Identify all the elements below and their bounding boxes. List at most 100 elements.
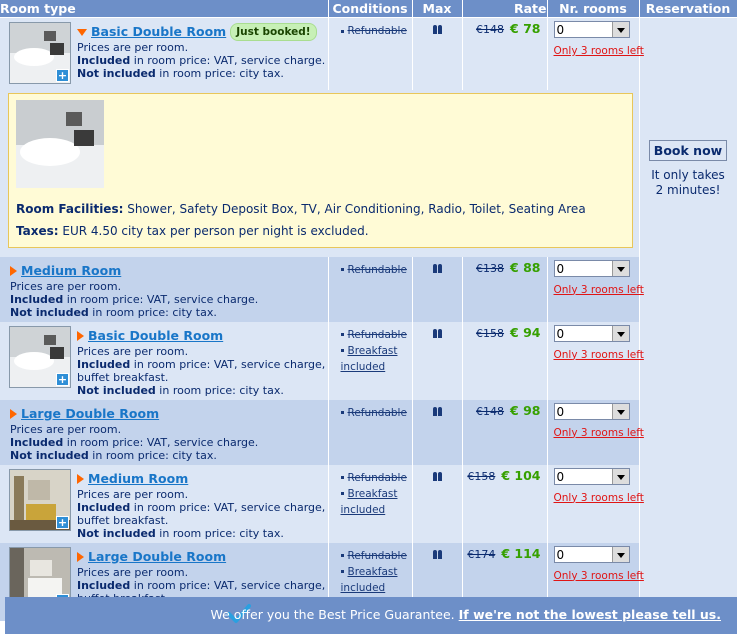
header-rate: Rate [462, 0, 548, 18]
header-conditions: Conditions [328, 0, 413, 18]
included-line: Included in room price: VAT, service cha… [10, 435, 259, 449]
table-row: + Medium Room Prices are per room. Inclu… [0, 464, 737, 543]
room-count-select[interactable]: 0 [553, 21, 630, 38]
included-line: Included in room price: VAT, service cha… [77, 500, 326, 514]
nr-rooms-cell: 0 Only 3 rooms left [547, 321, 644, 400]
conditions-cell: Refundable [328, 17, 413, 90]
not-included-line: Not included in room price: city tax. [77, 526, 284, 540]
rooms-left-warning: Only 3 rooms left [553, 45, 644, 57]
facilities-panel: Room Facilities: Shower, Safety Deposit … [8, 92, 633, 248]
table-row: + Basic Double Room Prices are per room.… [0, 321, 737, 400]
refundable-condition[interactable]: Refundable [348, 472, 407, 484]
room-name-link[interactable]: Large Double Room [21, 406, 159, 421]
dropdown-arrow-icon[interactable] [611, 468, 629, 484]
dropdown-arrow-icon[interactable] [611, 403, 629, 419]
prices-note: Prices are per room. [77, 344, 189, 358]
old-price: €148 [476, 404, 505, 418]
rooms-table: Room type Conditions Max Rate Nr. rooms … [0, 0, 738, 621]
facilities-row: Room Facilities: Shower, Safety Deposit … [0, 89, 737, 257]
breakfast-included-text[interactable]: included [341, 361, 386, 373]
rate-cell: €148 € 78 [462, 17, 548, 90]
expand-triangle-icon[interactable] [77, 330, 84, 341]
included-line-2: buffet breakfast. [77, 513, 169, 527]
nr-rooms-cell: 0 Only 3 rooms left [547, 17, 644, 90]
old-price: €148 [476, 23, 505, 36]
conditions-cell: Refundable Breakfast included [328, 464, 413, 543]
table-row: Medium Room Prices are per room. Include… [0, 256, 737, 322]
not-included-line: Not included in room price: city tax. [10, 305, 217, 319]
prices-note: Prices are per room. [77, 41, 189, 54]
tell-us-link[interactable]: If we're not the lowest please tell us. [459, 607, 721, 622]
room-name-link[interactable]: Medium Room [21, 263, 121, 278]
book-now-button[interactable]: Book now [648, 140, 728, 161]
taxes-text: Taxes: EUR 4.50 city tax per person per … [16, 223, 369, 238]
prices-note: Prices are per room. [77, 487, 189, 501]
room-count-select[interactable]: 0 [553, 467, 630, 485]
room-thumbnail[interactable]: + [9, 468, 71, 531]
expand-icon[interactable]: + [56, 69, 69, 82]
room-large-photo [16, 99, 104, 188]
prices-note: Prices are per room. [10, 422, 122, 436]
header-room-type: Room type [0, 0, 329, 18]
included-line: Included in room price: VAT, service cha… [77, 54, 326, 67]
refundable-condition[interactable]: Refundable [348, 407, 407, 419]
header-max: Max [412, 0, 463, 18]
expand-triangle-icon[interactable] [10, 408, 17, 419]
included-line: Included in room price: VAT, service cha… [10, 292, 259, 306]
room-thumbnail[interactable]: + [9, 325, 71, 388]
refundable-condition[interactable]: Refundable [348, 25, 407, 37]
dropdown-arrow-icon[interactable] [611, 546, 629, 562]
not-included-line: Not included in room price: city tax. [77, 67, 284, 80]
max-cell [412, 17, 463, 90]
collapse-triangle-icon[interactable] [77, 28, 87, 36]
expand-triangle-icon[interactable] [10, 265, 17, 276]
rooms-left-warning: Only 3 rooms left [553, 491, 644, 504]
refundable-condition[interactable]: Refundable [348, 550, 407, 562]
breakfast-included-text[interactable]: included [341, 582, 386, 594]
expand-icon[interactable]: + [56, 515, 69, 529]
table-header-row: Room type Conditions Max Rate Nr. rooms … [0, 0, 738, 18]
dropdown-arrow-icon[interactable] [611, 325, 629, 341]
expand-icon[interactable]: + [56, 372, 69, 386]
room-thumbnail[interactable]: + [9, 22, 71, 84]
room-count-select[interactable]: 0 [553, 402, 630, 420]
nr-rooms-cell: 0 Only 3 rooms left [547, 256, 644, 322]
room-count-select[interactable]: 0 [553, 324, 630, 342]
takes-note: It only takes 2 minutes! [651, 168, 725, 197]
rate-cell: €158 € 94 [462, 321, 548, 400]
included-line: Included in room price: VAT, service cha… [77, 357, 326, 371]
nr-rooms-cell: 0 Only 3 rooms left [547, 464, 644, 543]
rooms-left-warning: Only 3 rooms left [553, 283, 644, 296]
room-name-link[interactable]: Medium Room [88, 471, 188, 486]
prices-note: Prices are per room. [10, 279, 122, 293]
dropdown-arrow-icon[interactable] [611, 260, 629, 276]
room-count-select[interactable]: 0 [553, 545, 630, 563]
included-line-2: buffet breakfast. [77, 370, 169, 384]
expand-triangle-icon[interactable] [77, 473, 84, 484]
just-booked-badge: Just booked! [230, 23, 317, 41]
room-type-cell: + Basic Double Room Just booked! Prices a… [0, 17, 329, 90]
included-line: Included in room price: VAT, service cha… [77, 578, 326, 592]
room-count-select[interactable]: 0 [553, 259, 630, 277]
breakfast-included-text[interactable]: included [341, 504, 386, 516]
refundable-condition[interactable]: Refundable [348, 329, 407, 341]
nr-rooms-cell: 0 Only 3 rooms left [547, 399, 644, 465]
rate-cell: €138 € 88 [462, 256, 548, 322]
refundable-condition[interactable]: Refundable [348, 264, 407, 276]
breakfast-condition[interactable]: Breakfast [348, 488, 398, 500]
expand-triangle-icon[interactable] [77, 551, 84, 562]
breakfast-condition[interactable]: Breakfast [348, 566, 398, 578]
breakfast-condition[interactable]: Breakfast [348, 345, 398, 357]
room-name-link[interactable]: Large Double Room [88, 549, 226, 564]
price-guarantee-footer: We offer you the Best Price Guarantee. If… [5, 597, 737, 634]
guarantee-text: We offer you the Best Price Guarantee. [210, 607, 455, 622]
new-price: € 104 [501, 467, 541, 483]
room-name-link[interactable]: Basic Double Room [88, 328, 223, 343]
room-name-link[interactable]: Basic Double Room [91, 24, 226, 39]
conditions-cell: Refundable Breakfast included [328, 321, 413, 400]
old-price: €138 [476, 261, 505, 275]
two-persons-icon [432, 328, 443, 338]
max-cell [412, 256, 463, 322]
dropdown-arrow-icon[interactable] [611, 22, 629, 37]
not-included-line: Not included in room price: city tax. [77, 383, 284, 397]
